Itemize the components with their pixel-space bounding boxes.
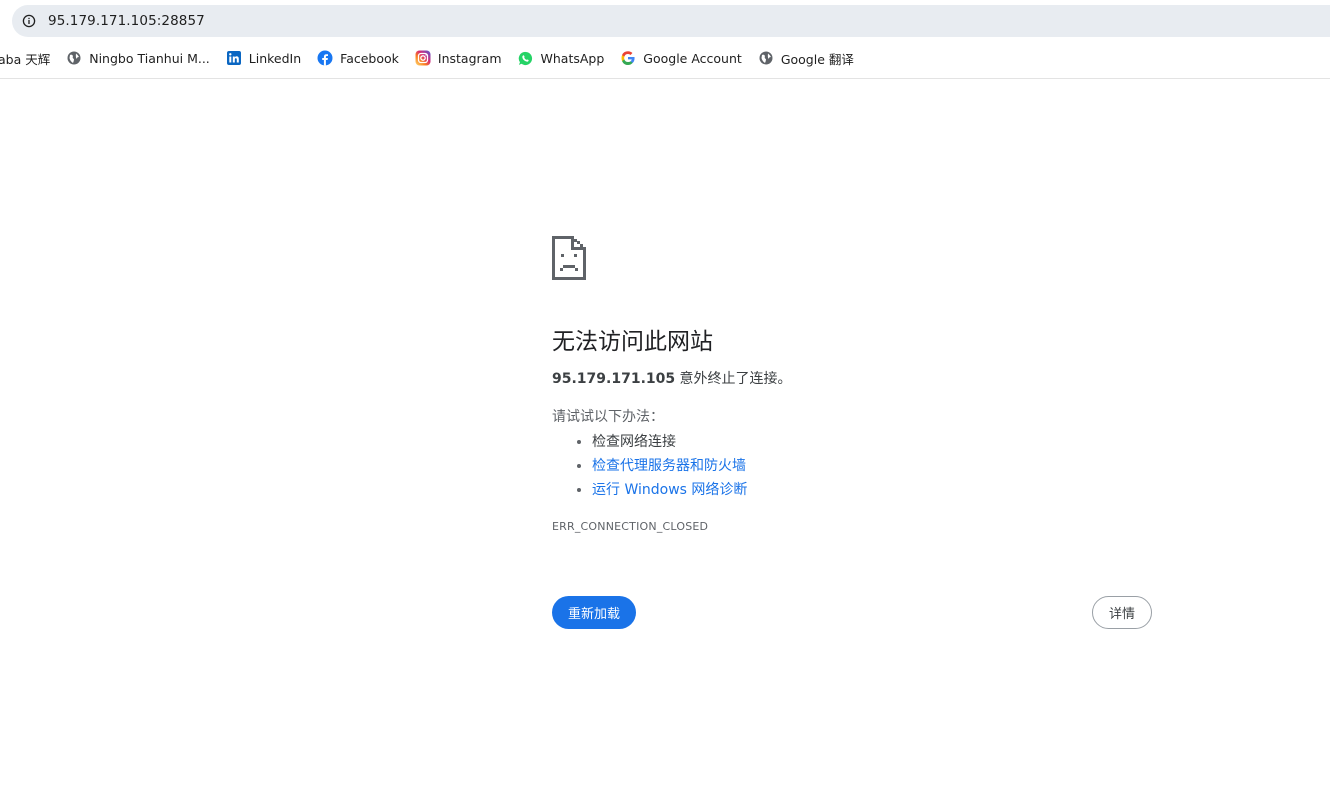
bookmark-label: aba 天辉 [0, 51, 51, 67]
reload-button[interactable]: 重新加载 [552, 596, 637, 629]
linkedin-icon [226, 50, 242, 66]
globe-icon [66, 50, 82, 66]
error-code: ERR_CONNECTION_CLOSED [552, 520, 709, 533]
error-title: 无法访问此网站 [552, 329, 713, 355]
bookmark-alibaba[interactable]: aba 天辉 [0, 45, 57, 71]
bookmarks-bar: aba 天辉 Ningbo Tianhui M... LinkedIn Face… [0, 44, 1330, 72]
bookmark-label: LinkedIn [248, 50, 302, 66]
suggestion-text: 检查网络连接 [592, 434, 676, 450]
suggestion-check-network: 检查网络连接 [592, 430, 1152, 454]
whatsapp-icon [518, 50, 534, 66]
error-host: 95.179.171.105 [552, 371, 676, 387]
toolbar-divider [0, 78, 1330, 79]
bookmark-label: Instagram [437, 50, 502, 66]
url-text[interactable]: 95.179.171.105:28857 [48, 13, 205, 29]
sad-page-icon [552, 236, 1152, 280]
suggestion-check-proxy: 检查代理服务器和防火墙 [592, 454, 1152, 478]
error-page: 无法访问此网站 95.179.171.105 意外终止了连接。 请试试以下办法：… [552, 236, 1152, 629]
suggestions-list: 检查网络连接 检查代理服务器和防火墙 运行 Windows 网络诊断 [552, 430, 1152, 502]
details-button[interactable]: 详情 [1092, 596, 1152, 629]
globe-icon [758, 50, 774, 66]
check-proxy-link[interactable]: 检查代理服务器和防火墙 [592, 458, 746, 474]
address-bar[interactable]: 95.179.171.105:28857 [12, 5, 1330, 37]
bookmark-google-account[interactable]: Google Account [611, 45, 749, 71]
bookmark-label: Facebook [340, 50, 399, 66]
suggestions-heading: 请试试以下办法： [552, 409, 664, 425]
bookmark-google-translate[interactable]: Google 翻译 [749, 45, 861, 71]
instagram-icon [415, 50, 431, 66]
bookmark-whatsapp[interactable]: WhatsApp [509, 45, 612, 71]
suggestion-run-diagnostics: 运行 Windows 网络诊断 [592, 478, 1152, 502]
bookmark-label: WhatsApp [540, 50, 605, 66]
error-description: 95.179.171.105 意外终止了连接。 [552, 368, 1152, 390]
error-message: 意外终止了连接。 [675, 371, 792, 387]
bookmark-label: Google Account [643, 50, 742, 66]
facebook-icon [317, 50, 333, 66]
google-icon [620, 50, 636, 66]
bookmark-ningbo-tianhui[interactable]: Ningbo Tianhui M... [57, 45, 217, 71]
bookmark-label: Ningbo Tianhui M... [89, 50, 210, 66]
bookmark-facebook[interactable]: Facebook [308, 45, 406, 71]
run-diagnostics-link[interactable]: 运行 Windows 网络诊断 [592, 482, 747, 498]
bookmark-instagram[interactable]: Instagram [406, 45, 509, 71]
info-icon[interactable] [22, 14, 36, 28]
bookmark-label: Google 翻译 [780, 51, 854, 67]
bookmark-linkedin[interactable]: LinkedIn [217, 45, 308, 71]
browser-toolbar: 95.179.171.105:28857 [0, 0, 1330, 40]
